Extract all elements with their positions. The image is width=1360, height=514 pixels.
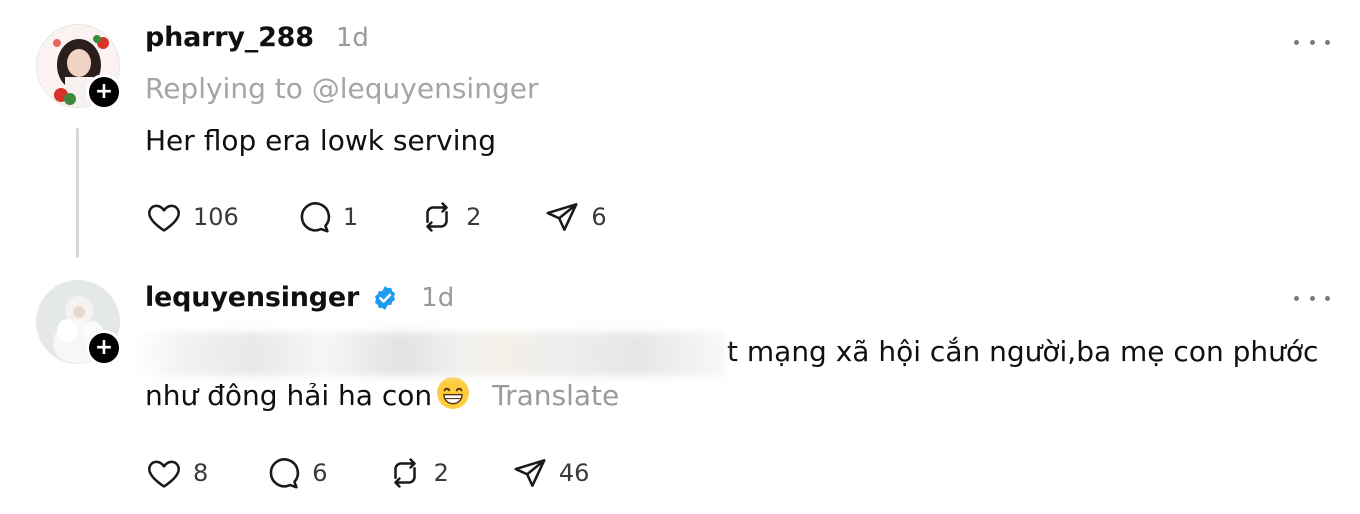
comment-count: 6: [312, 459, 328, 487]
like-button[interactable]: 8: [145, 454, 208, 492]
repost-button[interactable]: 2: [386, 454, 449, 492]
comment-button[interactable]: 6: [264, 454, 328, 492]
author-reply-post: + lequyensinger 1d t mạng xã hội cắn ngư…: [0, 262, 1360, 514]
like-button[interactable]: 106: [145, 198, 239, 236]
plus-icon: +: [94, 79, 114, 104]
like-count: 8: [193, 459, 209, 487]
heart-icon: [148, 204, 180, 232]
follow-plus-button[interactable]: +: [86, 330, 122, 366]
comment-icon: [269, 458, 300, 489]
comment-count: 1: [342, 203, 359, 231]
send-icon: [514, 459, 546, 487]
repost-count: 2: [466, 203, 482, 231]
username[interactable]: pharry_288: [145, 22, 314, 53]
like-count: 106: [193, 203, 239, 231]
reply-post: + pharry_288 1d Replying to @lequyensing…: [0, 0, 1360, 262]
action-bar: 106 1 2 6: [145, 198, 607, 236]
post-header: pharry_288 1d: [145, 22, 369, 53]
timestamp[interactable]: 1d: [336, 23, 369, 53]
more-options-icon[interactable]: [1294, 32, 1330, 52]
follow-plus-button[interactable]: +: [86, 74, 122, 110]
share-button[interactable]: 46: [511, 454, 590, 492]
more-options-icon[interactable]: [1294, 288, 1330, 308]
thread-line: [76, 128, 79, 258]
repost-count: 2: [433, 459, 449, 487]
repost-icon: [426, 202, 448, 232]
avatar-container[interactable]: +: [36, 280, 122, 366]
blurred-text-region: [135, 332, 725, 376]
translate-link[interactable]: Translate: [492, 379, 619, 412]
avatar-container[interactable]: +: [36, 24, 122, 110]
post-text-line2: như đông hải ha con: [145, 379, 433, 412]
replying-to-label[interactable]: Replying to @lequyensinger: [145, 72, 538, 105]
grinning-face-emoji-icon: [437, 377, 470, 409]
repost-button[interactable]: 2: [418, 198, 481, 236]
comment-icon: [300, 202, 330, 233]
share-count: 6: [591, 203, 607, 231]
heart-icon: [148, 460, 180, 488]
post-text: t mạng xã hội cắn người,ba mẹ con phước …: [135, 330, 1345, 418]
repost-icon: [393, 458, 416, 488]
share-button[interactable]: 6: [543, 198, 607, 236]
send-icon: [546, 203, 578, 231]
verified-badge-icon: [375, 285, 396, 310]
post-text: Her flop era lowk serving: [145, 124, 497, 157]
post-text-visible: t mạng xã hội cắn người,ba mẹ con phước: [727, 335, 1319, 368]
post-header: lequyensinger 1d: [145, 282, 454, 313]
username[interactable]: lequyensinger: [145, 282, 359, 313]
plus-icon: +: [94, 335, 114, 360]
timestamp[interactable]: 1d: [421, 283, 454, 313]
action-bar: 8 6 2 46: [145, 454, 589, 492]
comment-button[interactable]: 1: [295, 198, 358, 236]
share-count: 46: [558, 459, 590, 487]
